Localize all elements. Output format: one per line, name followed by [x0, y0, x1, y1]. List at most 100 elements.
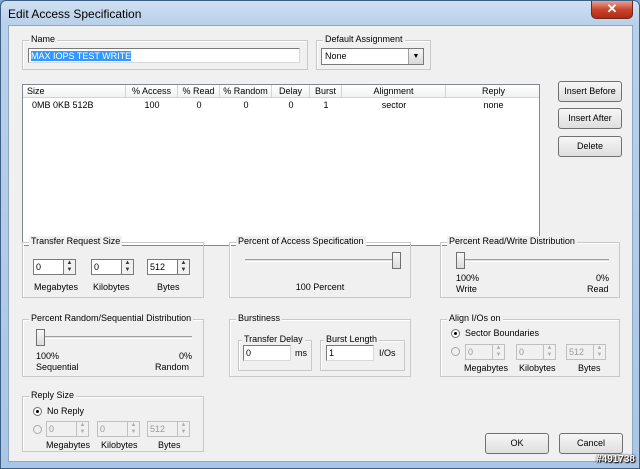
- reply-bytes-label: Bytes: [158, 440, 181, 450]
- reply-custom-radio[interactable]: [33, 425, 42, 434]
- column-header-random[interactable]: % Random: [220, 85, 272, 98]
- reply-megabytes-stepper[interactable]: 0 ▲ ▼: [46, 421, 89, 437]
- write-label: Write: [456, 284, 477, 294]
- transfer-bytes-value[interactable]: 512: [147, 259, 177, 275]
- table-row[interactable]: 0MB 0KB 512B 100 0 0 0 1 sector none: [23, 98, 539, 112]
- read-write-label: Percent Read/Write Distribution: [447, 236, 577, 246]
- reply-bytes-stepper[interactable]: 512 ▲ ▼: [147, 421, 190, 437]
- read-percent: 0%: [596, 273, 610, 283]
- transfer-bytes-stepper[interactable]: 512 ▲ ▼: [147, 259, 190, 275]
- stepper-arrows-icon[interactable]: ▲ ▼: [543, 344, 556, 360]
- column-header-access[interactable]: % Access: [126, 85, 178, 98]
- align-kilobytes-stepper[interactable]: 0 ▲ ▼: [516, 344, 556, 360]
- align-bytes-label: Bytes: [578, 363, 601, 373]
- stepper-arrows-icon[interactable]: ▲ ▼: [63, 259, 76, 275]
- align-bytes-stepper[interactable]: 512 ▲ ▼: [566, 344, 606, 360]
- column-header-read[interactable]: % Read: [178, 85, 220, 98]
- sector-boundaries-label[interactable]: Sector Boundaries: [465, 328, 539, 338]
- reply-megabytes-value[interactable]: 0: [46, 421, 76, 437]
- sequential-label: Sequential: [36, 362, 79, 372]
- column-header-reply[interactable]: Reply: [446, 85, 539, 98]
- align-custom-radio[interactable]: [451, 347, 460, 356]
- transfer-delay-label: Transfer Delay: [242, 334, 305, 344]
- percent-access-slider-track[interactable]: [245, 259, 401, 262]
- sequential-percent: 100%: [36, 351, 60, 361]
- column-header-alignment[interactable]: Alignment: [342, 85, 446, 98]
- stepper-arrows-icon[interactable]: ▲ ▼: [177, 421, 190, 437]
- random-percent: 0%: [179, 351, 193, 361]
- read-label: Read: [587, 284, 609, 294]
- random-sequential-label: Percent Random/Sequential Distribution: [29, 313, 194, 323]
- dialog-window: Edit Access Specification ✕ Name MAX IOP…: [0, 0, 640, 469]
- stepper-arrows-icon[interactable]: ▲ ▼: [177, 259, 190, 275]
- name-input[interactable]: MAX IOPS TEST WRITE: [28, 48, 300, 63]
- column-header-delay[interactable]: Delay: [272, 85, 310, 98]
- dialog-client: Name MAX IOPS TEST WRITE Default Assignm…: [8, 25, 633, 462]
- reply-bytes-value[interactable]: 512: [147, 421, 177, 437]
- default-assignment-select[interactable]: None ▼: [321, 48, 424, 65]
- default-assignment-value: None: [325, 51, 347, 61]
- reply-size-label: Reply Size: [29, 390, 77, 400]
- align-kilobytes-label: Kilobytes: [519, 363, 556, 373]
- random-label: Random: [155, 362, 190, 372]
- random-sequential-slider-thumb[interactable]: [36, 329, 45, 346]
- percent-access-caption: 100 Percent: [295, 282, 345, 292]
- read-write-slider-track[interactable]: [456, 259, 609, 262]
- burstiness-label: Burstiness: [236, 313, 283, 323]
- default-assignment-label: Default Assignment: [323, 34, 405, 44]
- transfer-megabytes-value[interactable]: 0: [33, 259, 63, 275]
- percent-access-slider-thumb[interactable]: [392, 252, 401, 269]
- reply-megabytes-label: Megabytes: [46, 440, 91, 450]
- burst-length-input[interactable]: 1: [326, 345, 374, 361]
- transfer-delay-input[interactable]: 0: [243, 345, 291, 361]
- percent-access-label: Percent of Access Specification: [236, 236, 366, 246]
- chevron-down-icon[interactable]: ▼: [408, 49, 423, 64]
- stepper-arrows-icon[interactable]: ▲ ▼: [127, 421, 140, 437]
- random-sequential-slider-track[interactable]: [36, 336, 192, 339]
- watermark-text: #491738: [596, 454, 635, 465]
- delete-button[interactable]: Delete: [558, 136, 622, 157]
- column-header-size[interactable]: Size: [23, 85, 126, 98]
- table-header: Size % Access % Read % Random Delay Burs…: [23, 85, 539, 98]
- stepper-arrows-icon[interactable]: ▲ ▼: [492, 344, 505, 360]
- sector-boundaries-radio[interactable]: [451, 329, 460, 338]
- transfer-megabytes-stepper[interactable]: 0 ▲ ▼: [33, 259, 76, 275]
- cell-alignment: sector: [381, 100, 407, 110]
- transfer-kilobytes-stepper[interactable]: 0 ▲ ▼: [91, 259, 134, 275]
- cell-random: 0: [243, 100, 249, 110]
- close-button[interactable]: ✕: [591, 1, 633, 19]
- cell-burst: 1: [323, 100, 329, 110]
- transfer-delay-unit: ms: [295, 348, 307, 358]
- align-bytes-value[interactable]: 512: [566, 344, 593, 360]
- write-percent: 100%: [456, 273, 480, 283]
- insert-after-button[interactable]: Insert After: [558, 108, 622, 129]
- transfer-kilobytes-label: Kilobytes: [93, 282, 130, 292]
- cell-size: 0MB 0KB 512B: [32, 100, 94, 110]
- align-ios-label: Align I/Os on: [447, 313, 503, 323]
- reply-kilobytes-stepper[interactable]: 0 ▲ ▼: [97, 421, 140, 437]
- column-header-burst[interactable]: Burst: [310, 85, 342, 98]
- ok-button[interactable]: OK: [485, 433, 549, 454]
- stepper-arrows-icon[interactable]: ▲ ▼: [76, 421, 89, 437]
- transfer-bytes-label: Bytes: [157, 282, 180, 292]
- name-input-text: MAX IOPS TEST WRITE: [31, 51, 132, 61]
- access-spec-table[interactable]: Size % Access % Read % Random Delay Burs…: [22, 84, 540, 246]
- burst-length-unit: I/Os: [379, 348, 396, 358]
- stepper-arrows-icon[interactable]: ▲ ▼: [121, 259, 134, 275]
- align-megabytes-value[interactable]: 0: [465, 344, 492, 360]
- align-megabytes-stepper[interactable]: 0 ▲ ▼: [465, 344, 505, 360]
- burst-length-label: Burst Length: [324, 334, 380, 344]
- cell-access: 100: [144, 100, 160, 110]
- insert-before-button[interactable]: Insert Before: [558, 81, 622, 102]
- no-reply-label[interactable]: No Reply: [47, 406, 84, 416]
- align-megabytes-label: Megabytes: [464, 363, 509, 373]
- reply-kilobytes-label: Kilobytes: [101, 440, 138, 450]
- window-title: Edit Access Specification: [8, 7, 142, 21]
- read-write-slider-thumb[interactable]: [456, 252, 465, 269]
- no-reply-radio[interactable]: [33, 407, 42, 416]
- cancel-button[interactable]: Cancel: [559, 433, 623, 454]
- reply-kilobytes-value[interactable]: 0: [97, 421, 127, 437]
- align-kilobytes-value[interactable]: 0: [516, 344, 543, 360]
- stepper-arrows-icon[interactable]: ▲ ▼: [593, 344, 606, 360]
- transfer-kilobytes-value[interactable]: 0: [91, 259, 121, 275]
